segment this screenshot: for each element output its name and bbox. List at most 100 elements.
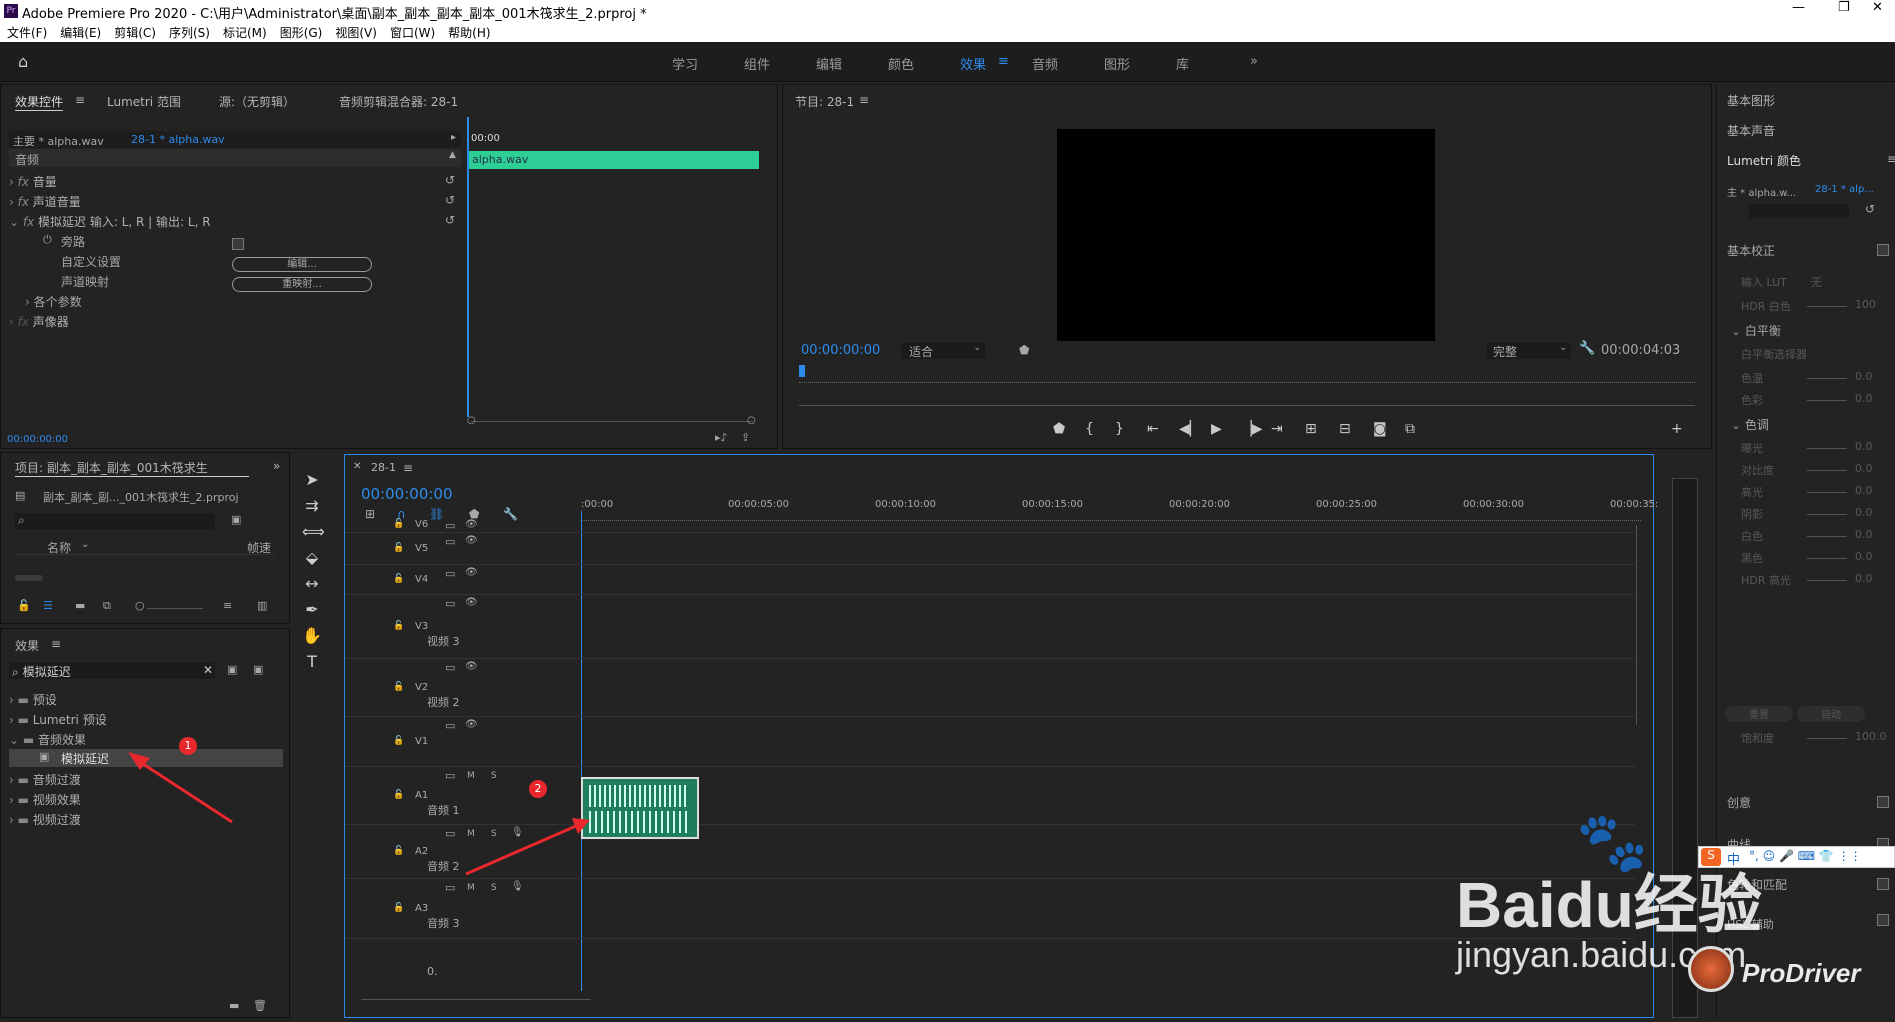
quality-dropdown[interactable]: 完整 ⌄ bbox=[1487, 343, 1571, 359]
menu-item[interactable]: 文件(F) bbox=[7, 26, 47, 40]
panel-menu-icon[interactable]: ≡ bbox=[51, 637, 61, 651]
panel-menu-icon[interactable]: ≡ bbox=[1887, 152, 1895, 166]
section-creative[interactable]: 创意 bbox=[1727, 794, 1751, 811]
panel-menu-icon[interactable]: ≡ bbox=[75, 93, 85, 107]
play-only-icon[interactable]: ▸ bbox=[451, 132, 456, 143]
tone-slider[interactable] bbox=[1807, 514, 1847, 515]
share-icon[interactable]: ⇪ bbox=[741, 431, 750, 444]
effects-item-video-effects[interactable]: › ▬ 视频效果 bbox=[9, 791, 81, 808]
ec-timecode[interactable]: 00:00:00:00 bbox=[7, 434, 68, 445]
selection-tool-icon[interactable]: ➤ bbox=[302, 470, 322, 490]
ws-assembly[interactable]: 组件 bbox=[744, 54, 770, 73]
track-label[interactable]: V1 bbox=[415, 736, 428, 747]
collapse-up-icon[interactable]: ▲ bbox=[449, 150, 456, 160]
ws-editing[interactable]: 编辑 bbox=[816, 54, 842, 73]
track-lock-icon[interactable]: 🔓 bbox=[393, 736, 404, 746]
reset-button[interactable]: 重置 bbox=[1725, 706, 1793, 722]
track-lock-icon[interactable]: 🔓 bbox=[393, 519, 404, 529]
accelerated-effects-icon[interactable]: ▣ bbox=[227, 663, 237, 676]
marker-icon[interactable]: ⬟ bbox=[1019, 343, 1029, 357]
wb-selector[interactable]: 白平衡选择器 bbox=[1741, 346, 1807, 362]
minimize-icon[interactable]: — bbox=[1792, 0, 1805, 15]
effects-item-video-transitions[interactable]: › ▬ 视频过渡 bbox=[9, 811, 81, 828]
add-marker-icon[interactable]: ⬟ bbox=[1053, 421, 1065, 437]
ws-more-icon[interactable]: » bbox=[1250, 54, 1258, 69]
toggle-sync-lock-icon[interactable]: ▭ bbox=[445, 881, 455, 894]
hdr-white-value[interactable]: 100 bbox=[1855, 298, 1876, 311]
ec-row-analog-delay[interactable]: ⌄ fx 模拟延迟 输入: L, R | 输出: L, R bbox=[9, 213, 211, 230]
tone-slider[interactable] bbox=[1807, 580, 1847, 581]
track-lock-icon[interactable]: 🔓 bbox=[393, 574, 404, 584]
toggle-sync-lock-icon[interactable]: ▭ bbox=[445, 827, 455, 840]
tone-value[interactable]: 0.0 bbox=[1855, 528, 1873, 541]
eye-icon[interactable]: 👁 bbox=[465, 519, 478, 530]
solo-button[interactable]: S bbox=[491, 883, 497, 893]
scroll-handle-icon[interactable]: ○ bbox=[747, 415, 756, 426]
lumetri-fx-dropdown[interactable] bbox=[1749, 204, 1849, 218]
ime-icons[interactable]: °, ☺ 🎤 ⌨ 👕 ⋮⋮ bbox=[1749, 849, 1862, 863]
extract-icon[interactable]: ⊟ bbox=[1339, 421, 1351, 437]
tab-effect-controls[interactable]: 效果控件 bbox=[15, 93, 64, 111]
new-bin-search-icon[interactable]: ▣ bbox=[231, 513, 241, 526]
tone-slider[interactable] bbox=[1807, 536, 1847, 537]
track-label[interactable]: V6 bbox=[415, 519, 428, 530]
track-label[interactable]: V5 bbox=[415, 543, 428, 554]
mute-button[interactable]: M bbox=[467, 771, 475, 781]
reset-icon[interactable]: ↺ bbox=[1865, 202, 1875, 216]
program-zoombar[interactable] bbox=[799, 405, 1695, 406]
button-editor-icon[interactable]: + bbox=[1671, 421, 1683, 437]
track-lock-icon[interactable]: 🔓 bbox=[393, 846, 404, 856]
scroll-handle-icon[interactable]: ○ bbox=[467, 415, 476, 426]
track-lock-icon[interactable]: 🔓 bbox=[393, 790, 404, 800]
effects-title[interactable]: 效果 bbox=[15, 637, 39, 654]
tab-lumetri-scopes[interactable]: Lumetri 范围 bbox=[107, 93, 181, 110]
toggle-sync-lock-icon[interactable]: ▭ bbox=[445, 597, 455, 610]
effects-item-analog-delay[interactable]: ▣ 模拟延迟 bbox=[9, 749, 283, 767]
fit-dropdown[interactable]: 适合 ⌄ bbox=[901, 343, 985, 359]
reset-icon[interactable]: ↺ bbox=[445, 173, 455, 187]
solo-button[interactable]: S bbox=[491, 829, 497, 839]
tone-slider[interactable] bbox=[1807, 448, 1847, 449]
track-lock-icon[interactable]: 🔓 bbox=[393, 903, 404, 913]
tone-slider[interactable] bbox=[1807, 470, 1847, 471]
pen-tool-icon[interactable]: ✒ bbox=[302, 600, 322, 620]
reset-icon[interactable]: ↺ bbox=[445, 213, 455, 227]
track-lock-icon[interactable]: 🔓 bbox=[393, 682, 404, 692]
effects-item-lumetri-presets[interactable]: › ▬ Lumetri 预设 bbox=[9, 711, 107, 728]
tab-audio-clip-mixer[interactable]: 音频剪辑混合器: 28-1 bbox=[339, 93, 458, 110]
ec-scrollbar[interactable] bbox=[471, 421, 753, 422]
menu-item[interactable]: 图形(G) bbox=[280, 26, 323, 40]
hsl-checkbox[interactable] bbox=[1877, 914, 1889, 926]
section-basic-correction[interactable]: 基本校正 bbox=[1727, 242, 1775, 259]
tint-slider[interactable] bbox=[1807, 400, 1847, 401]
slip-tool-icon[interactable]: ↔ bbox=[302, 574, 322, 594]
tone-value[interactable]: 0.0 bbox=[1855, 506, 1873, 519]
icon-view-icon[interactable]: ▬ bbox=[75, 599, 85, 612]
tone-value[interactable]: 0.0 bbox=[1855, 462, 1873, 475]
toggle-sync-lock-icon[interactable]: ▭ bbox=[445, 661, 455, 674]
sort-icons-icon[interactable]: ≡ bbox=[223, 599, 232, 612]
bypass-checkbox[interactable] bbox=[232, 238, 244, 250]
delete-icon[interactable]: 🗑 bbox=[253, 999, 267, 1012]
tint-value[interactable]: 0.0 bbox=[1855, 392, 1873, 405]
mark-in-icon[interactable]: { bbox=[1085, 421, 1094, 437]
lumetri-seq-clip[interactable]: 28-1 * alp... bbox=[1815, 184, 1874, 195]
toggle-sync-lock-icon[interactable]: ▭ bbox=[445, 769, 455, 782]
hand-tool-icon[interactable]: ✋ bbox=[302, 626, 322, 646]
mute-button[interactable]: M bbox=[467, 829, 475, 839]
sequence-tab[interactable]: 28-1 bbox=[371, 461, 396, 474]
menu-item[interactable]: 编辑(E) bbox=[60, 26, 101, 40]
menu-item[interactable]: 窗口(W) bbox=[390, 26, 435, 40]
effects-item-audio-effects[interactable]: ⌄ ▬ 音频效果 bbox=[9, 731, 86, 748]
microphone-icon[interactable]: 🎙 bbox=[511, 827, 524, 838]
timeline-timecode[interactable]: 00:00:00:00 bbox=[361, 485, 453, 503]
effects-search-input[interactable]: ⌕ 模拟延迟 ✕ bbox=[9, 663, 215, 679]
ec-row-params[interactable]: › 各个参数 bbox=[25, 293, 82, 310]
tab-lumetri-color[interactable]: Lumetri 颜色 bbox=[1727, 152, 1801, 169]
go-to-in-icon[interactable]: ⇤ bbox=[1147, 421, 1159, 437]
tab-source[interactable]: 源:（无剪辑） bbox=[219, 93, 295, 110]
track-label[interactable]: V2 bbox=[415, 682, 428, 693]
project-title[interactable]: 项目: 副本_副本_副本_001木筏求生 bbox=[15, 459, 249, 477]
reset-icon[interactable]: ↺ bbox=[445, 193, 455, 207]
section-color-wheels[interactable]: 色轮和匹配 bbox=[1727, 876, 1787, 893]
